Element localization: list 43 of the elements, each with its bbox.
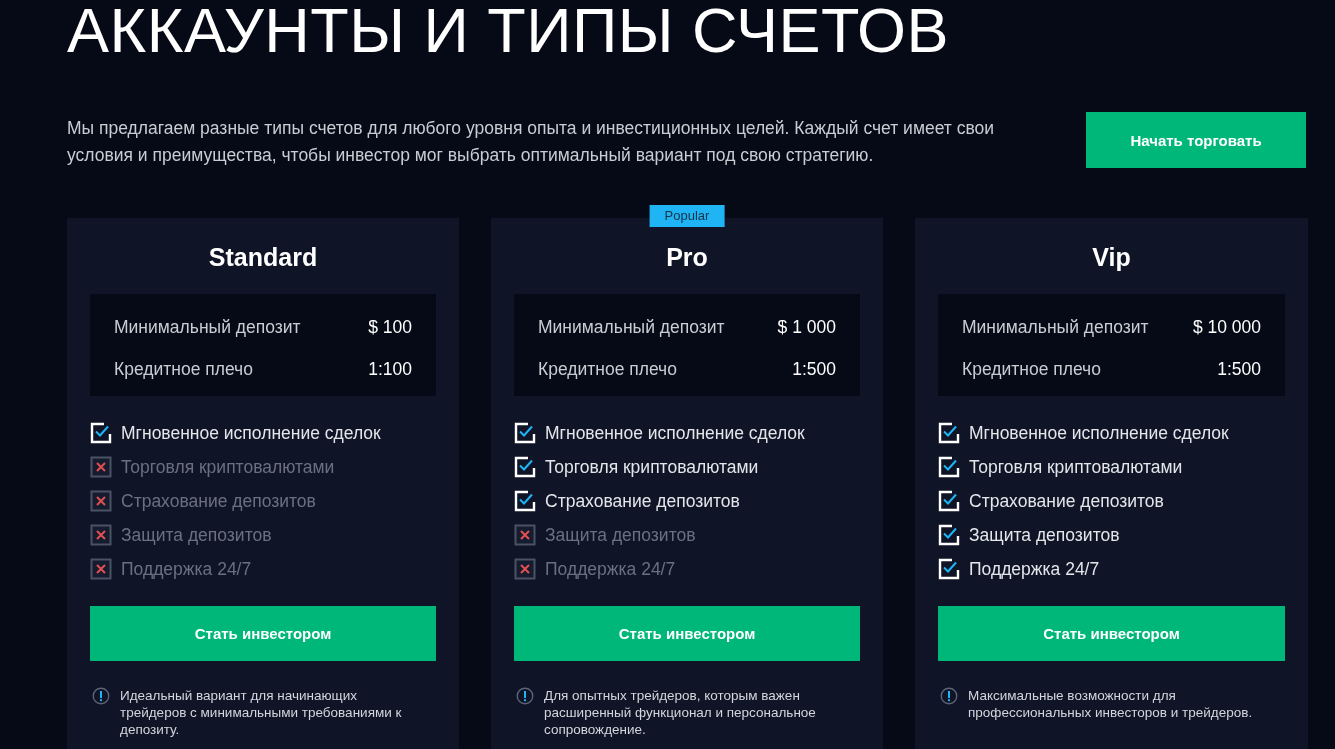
feature-text: Мгновенное исполнение сделок xyxy=(545,422,805,444)
feature-text: Защита депозитов xyxy=(121,524,272,546)
feature-text: Страхование депозитов xyxy=(969,490,1164,512)
start-trading-button[interactable]: Начать торговать xyxy=(1086,112,1306,168)
popular-badge: Popular xyxy=(649,205,725,227)
feature-text: Мгновенное исполнение сделок xyxy=(969,422,1229,444)
feature-text: Торговля криптовалютами xyxy=(121,456,335,478)
term-label: Минимальный депозит xyxy=(114,316,301,338)
plan-title: Pro xyxy=(665,242,709,273)
feature-text: Поддержка 24/7 xyxy=(121,558,252,580)
term-value: $ 1 000 xyxy=(777,316,836,338)
term-label: Минимальный депозит xyxy=(538,316,725,338)
plan-note: Максимальные возможности для профессиональных инвесторов и трейдеров. xyxy=(968,687,1254,721)
feature-text: Страхование депозитов xyxy=(121,490,316,512)
term-value: $ 100 xyxy=(368,316,412,338)
plan-title: Standard xyxy=(207,242,319,273)
feature-text: Поддержка 24/7 xyxy=(545,558,676,580)
become-investor-button[interactable]: Стать инвестором xyxy=(938,606,1285,661)
feature-text: Торговля криптовалютами xyxy=(545,456,759,478)
feature-text: Страхование депозитов xyxy=(545,490,740,512)
info-icon xyxy=(940,687,958,705)
info-icon xyxy=(92,687,110,705)
feature-text: Торговля криптовалютами xyxy=(969,456,1183,478)
term-label: Кредитное плечо xyxy=(538,358,677,380)
term-value: 1:500 xyxy=(792,358,836,380)
page-heading: АККАУНТЫ И ТИПЫ СЧЕТОВ xyxy=(67,0,951,58)
term-value: 1:100 xyxy=(368,358,412,380)
become-investor-button[interactable]: Стать инвестором xyxy=(90,606,436,661)
feature-text: Мгновенное исполнение сделок xyxy=(121,422,381,444)
term-value: 1:500 xyxy=(1217,358,1261,380)
intro-text: Мы предлагаем разные типы счетов для любого уровня опыта и инвестиционных целей. Каждый счет имеет свои условия и преимущества, чтобы инвестор мог выбрать оптимальный вариант под свою стратегию. xyxy=(67,117,996,167)
term-value: $ 10 000 xyxy=(1192,316,1261,338)
feature-text: Защита депозитов xyxy=(545,524,696,546)
term-label: Кредитное плечо xyxy=(962,358,1101,380)
info-icon xyxy=(516,687,534,705)
become-investor-button[interactable]: Стать инвестором xyxy=(514,606,860,661)
term-label: Минимальный депозит xyxy=(962,316,1149,338)
feature-text: Защита депозитов xyxy=(969,524,1120,546)
plan-note: Для опытных трейдеров, которым важен расширенный функционал и персональное сопровождение. xyxy=(544,687,817,738)
feature-text: Поддержка 24/7 xyxy=(969,558,1100,580)
plan-title: Vip xyxy=(1091,242,1132,273)
plan-note: Идеальный вариант для начинающих трейдеров с минимальными требованиями к депозиту. xyxy=(120,687,403,738)
term-label: Кредитное плечо xyxy=(114,358,253,380)
